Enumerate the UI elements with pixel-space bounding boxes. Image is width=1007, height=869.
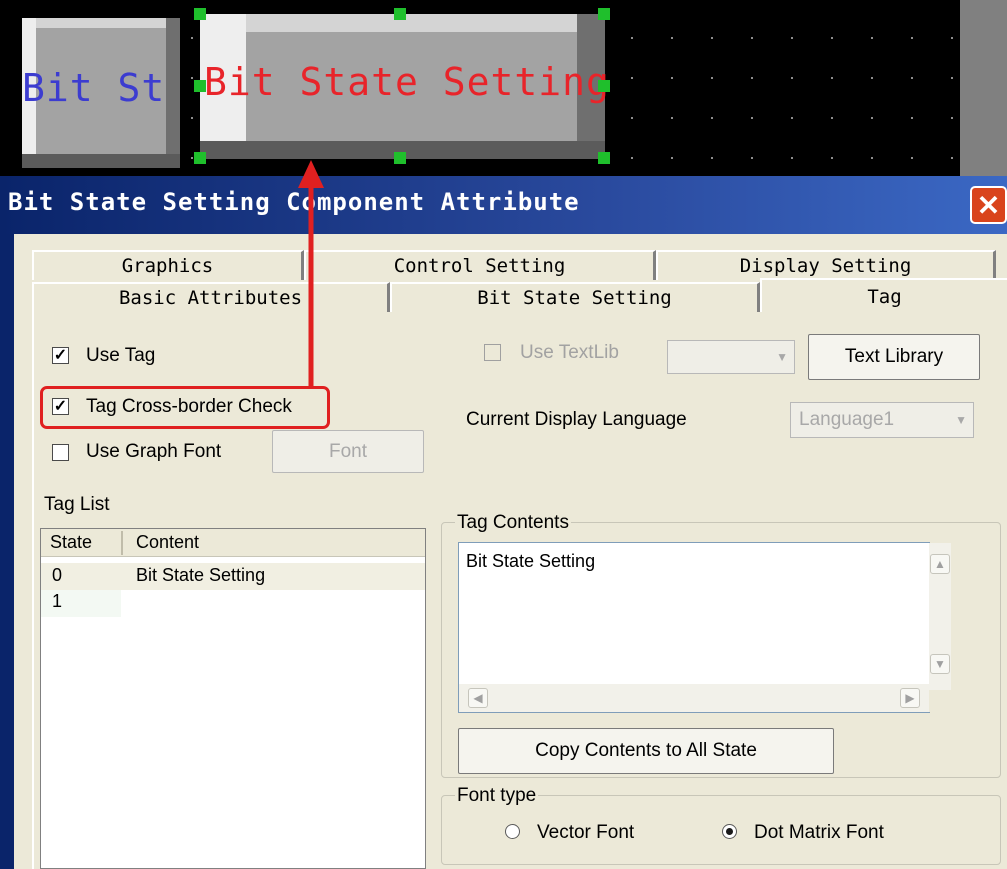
resize-handle-top[interactable] (394, 8, 406, 20)
row-0-content: Bit State Setting (136, 565, 266, 585)
resize-handle-bottom-left[interactable] (194, 152, 206, 164)
chevron-down-icon: ▼ (955, 413, 967, 427)
use-graph-font-label: Use Graph Font (86, 441, 222, 462)
scrollbar-corner (929, 690, 951, 712)
resize-handle-left[interactable] (194, 80, 206, 92)
tab-control-setting[interactable]: Control Setting (304, 250, 656, 280)
scroll-right-icon[interactable]: ▶ (900, 688, 920, 708)
canvas-component-left[interactable]: Bit St (22, 18, 180, 168)
dialog-title: Bit State Setting Component Attribute (8, 188, 580, 216)
use-textlib-label: Use TextLib (520, 342, 619, 363)
highlight-box (40, 386, 330, 429)
canvas-component-selected[interactable]: Bit State Setting (200, 14, 609, 159)
horizontal-scrollbar[interactable] (459, 684, 930, 712)
tab-basic-attributes[interactable]: Basic Attributes (32, 282, 390, 312)
text-library-button[interactable]: Text Library (808, 334, 980, 380)
tag-contents-title: Tag Contents (455, 512, 571, 534)
vector-font-radio[interactable] (505, 824, 520, 839)
use-tag-label: Use Tag (86, 345, 156, 366)
resize-handle-bottom-right[interactable] (598, 152, 610, 164)
tag-list-header (41, 529, 425, 557)
scroll-up-icon[interactable]: ▲ (930, 554, 950, 574)
use-textlib-checkbox[interactable] (484, 344, 501, 361)
use-tag-checkbox[interactable]: ✓ (52, 347, 69, 364)
language-select[interactable]: Language1 ▼ (790, 402, 974, 438)
canvas-component-selected-label: Bit State Setting (204, 60, 610, 104)
use-graph-font-checkbox[interactable] (52, 444, 69, 461)
scroll-left-icon[interactable]: ◀ (468, 688, 488, 708)
close-icon[interactable]: ✕ (970, 186, 1007, 224)
language-select-value: Language1 (799, 409, 895, 430)
scroll-down-icon[interactable]: ▼ (930, 654, 950, 674)
dialog-title-bar[interactable]: Bit State Setting Component Attribute (0, 176, 1007, 234)
resize-handle-right[interactable] (598, 80, 610, 92)
row-1-state: 1 (52, 591, 63, 611)
tab-graphics[interactable]: Graphics (32, 250, 304, 280)
copy-contents-button[interactable]: Copy Contents to All State (458, 728, 834, 774)
tab-display-setting[interactable]: Display Setting (656, 250, 996, 280)
dot-matrix-font-label: Dot Matrix Font (754, 822, 884, 843)
canvas-side-panel (960, 0, 1007, 176)
tab-bit-state-setting[interactable]: Bit State Setting (390, 282, 760, 312)
column-header-content[interactable]: Content (136, 532, 199, 553)
textlib-select[interactable]: ▼ (667, 340, 795, 374)
resize-handle-bottom[interactable] (394, 152, 406, 164)
tag-list-title: Tag List (44, 494, 110, 515)
row-0-state: 0 (52, 565, 63, 585)
dot-matrix-font-radio[interactable] (722, 824, 737, 839)
current-language-label: Current Display Language (466, 409, 687, 430)
vector-font-label: Vector Font (537, 822, 635, 843)
chevron-down-icon: ▼ (776, 350, 788, 364)
column-divider[interactable] (121, 531, 123, 555)
canvas-component-left-label: Bit St (22, 66, 166, 110)
font-button[interactable]: Font (272, 430, 424, 473)
tab-tag[interactable]: Tag (760, 278, 1007, 314)
resize-handle-top-right[interactable] (598, 8, 610, 20)
column-header-state[interactable]: State (50, 532, 92, 553)
font-type-title: Font type (455, 785, 539, 807)
tag-contents-text: Bit State Setting (466, 551, 596, 571)
resize-handle-top-left[interactable] (194, 8, 206, 20)
dialog-frame-left (0, 234, 14, 869)
